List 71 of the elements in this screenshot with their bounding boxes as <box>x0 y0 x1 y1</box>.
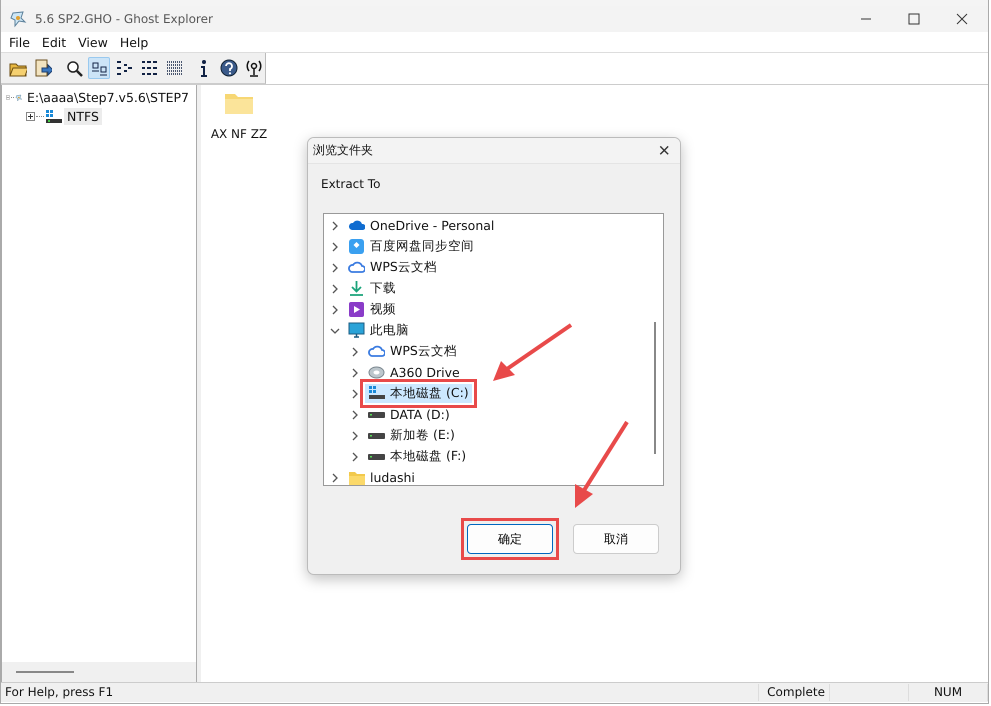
status-text: NUM <box>909 684 988 701</box>
folder-icon <box>348 469 365 486</box>
drive-icon <box>368 454 385 460</box>
status-text: For Help, press F1 <box>1 684 759 701</box>
tree-item[interactable]: 本地磁盘 (F:) <box>365 447 470 466</box>
drive-icon <box>368 432 385 438</box>
chevron-right-icon[interactable] <box>350 388 360 398</box>
chevron-right-icon[interactable] <box>330 472 340 482</box>
chevron-right-icon[interactable] <box>350 368 360 378</box>
collapse-icon[interactable] <box>6 93 10 102</box>
drive-icon <box>368 412 385 418</box>
close-button[interactable]: × <box>648 140 680 160</box>
tree-item[interactable]: 本地磁盘 (C:) <box>365 384 472 403</box>
status-text: Complete <box>759 684 830 701</box>
folder-icon <box>224 91 254 115</box>
download-icon <box>348 280 365 297</box>
tree-item[interactable]: DATA (D:) <box>365 406 453 423</box>
system-drive-icon <box>368 385 385 402</box>
tree-item[interactable]: WPS云文档 <box>345 258 440 277</box>
dialog-title: 浏览文件夹 <box>313 142 373 159</box>
scrollbar[interactable] <box>2 662 196 682</box>
scrollbar-thumb[interactable] <box>654 322 656 454</box>
list-icon <box>140 59 158 77</box>
cloud-outline-icon <box>348 259 365 276</box>
drive-icon <box>45 110 63 124</box>
tree-item[interactable]: ludashi <box>345 468 418 487</box>
help-button[interactable] <box>218 57 240 79</box>
chevron-right-icon[interactable] <box>350 346 360 356</box>
ghost-icon <box>9 10 27 28</box>
small-icons-icon <box>114 59 132 77</box>
menu-item[interactable]: View <box>72 34 114 50</box>
chevron-right-icon[interactable] <box>350 430 360 440</box>
chevron-right-icon[interactable] <box>330 242 340 252</box>
chevron-right-icon[interactable] <box>330 304 340 314</box>
chevron-right-icon[interactable] <box>330 220 340 230</box>
document-arrow-icon <box>34 59 52 77</box>
maximize-icon[interactable] <box>908 13 920 25</box>
menu-item[interactable]: Edit <box>36 34 72 50</box>
menu-item[interactable]: Help <box>114 34 154 50</box>
prompt-text: Extract To <box>321 177 382 191</box>
search-icon <box>64 59 82 77</box>
tree-item[interactable]: 下载 <box>345 279 399 298</box>
tree-item[interactable]: 新加卷 (E:) <box>365 426 458 445</box>
tree-item[interactable]: E:\aaaa\Step7.v5.6\STEP7 <box>24 89 192 106</box>
tree-item[interactable]: A360 Drive <box>365 363 463 382</box>
chevron-down-icon[interactable] <box>330 326 340 336</box>
disc-icon <box>368 364 385 381</box>
ok-button[interactable]: 确定 <box>467 524 553 554</box>
chevron-right-icon[interactable] <box>350 410 360 420</box>
window-title: 5.6 SP2.GHO - Ghost Explorer <box>35 12 213 26</box>
file-name[interactable]: AX NF ZZ <box>210 127 268 141</box>
app-icon <box>348 238 365 255</box>
tree-item[interactable]: 百度网盘同步空间 <box>345 237 477 256</box>
help-icon <box>220 59 238 77</box>
tree-item[interactable]: OneDrive - Personal <box>345 216 498 235</box>
video-icon <box>348 301 365 318</box>
expand-icon[interactable] <box>26 112 35 121</box>
menu-item[interactable]: File <box>3 34 36 50</box>
close-icon[interactable] <box>956 13 968 25</box>
tree-item[interactable]: 视频 <box>345 300 399 319</box>
tree-item[interactable]: NTFS <box>64 108 102 125</box>
chevron-right-icon[interactable] <box>330 262 340 272</box>
chevron-right-icon[interactable] <box>350 452 360 462</box>
cloud-outline-icon <box>368 343 385 360</box>
cancel-button[interactable]: 取消 <box>573 524 659 554</box>
monitor-icon <box>348 322 365 339</box>
chevron-right-icon[interactable] <box>330 284 340 294</box>
tree-item[interactable]: WPS云文档 <box>365 342 460 361</box>
details-icon <box>164 59 182 77</box>
antenna-icon <box>245 59 263 77</box>
tree-item[interactable]: 此电脑 <box>345 321 412 340</box>
